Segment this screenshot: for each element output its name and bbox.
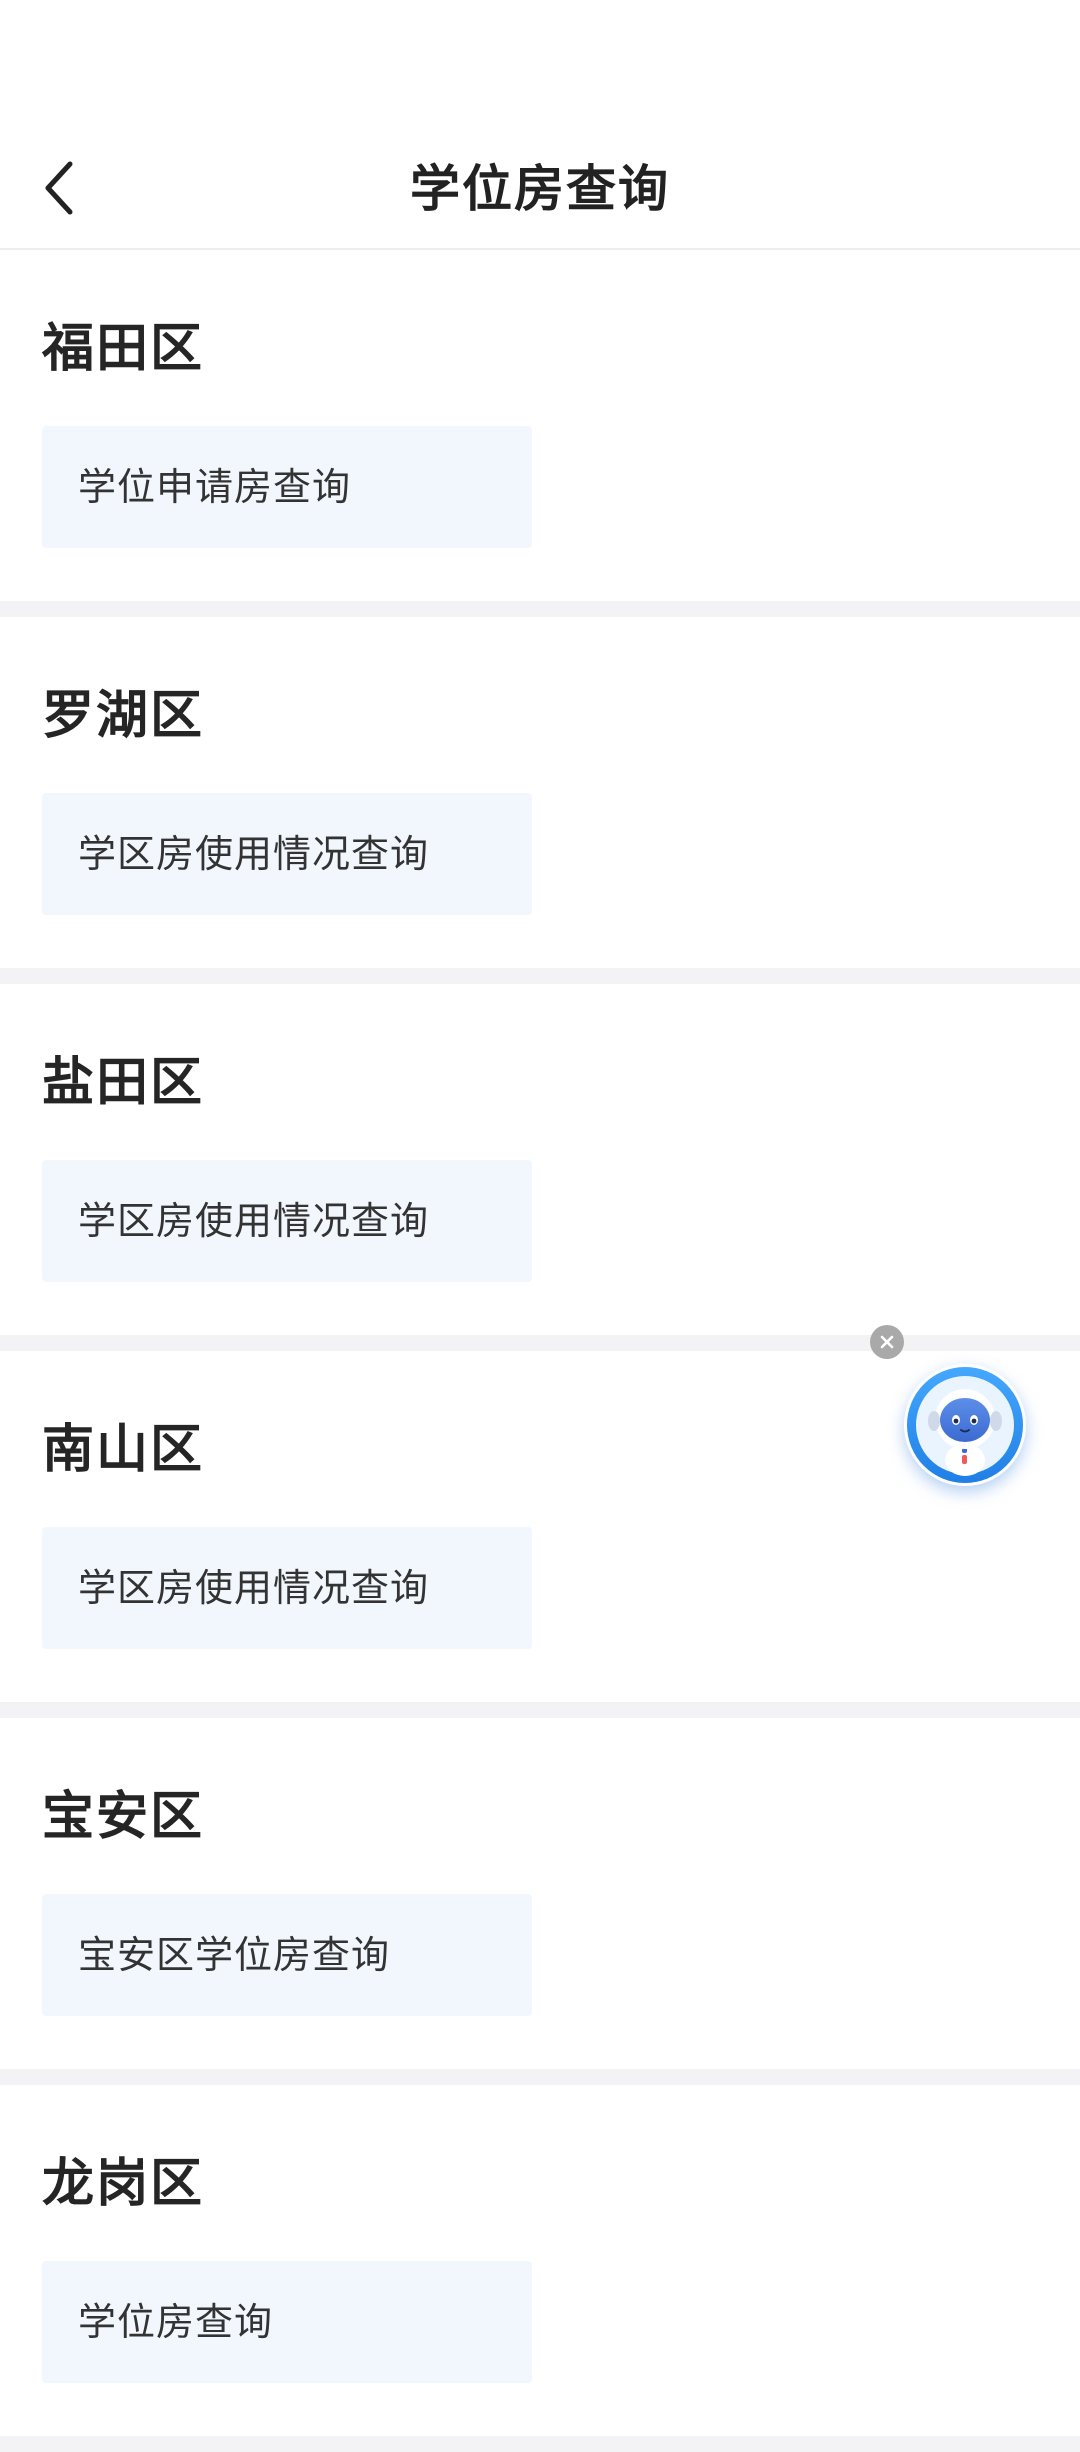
- district-name: 宝安区: [42, 1787, 205, 1847]
- futian-query-button[interactable]: 学位申请房查询: [42, 426, 532, 548]
- district-section-luohu: 罗湖区 学区房使用情况查询: [0, 617, 1080, 984]
- district-list: 福田区 学位申请房查询 罗湖区 学区房使用情况查询 盐田区 学区房使用情况查询 …: [0, 250, 1080, 2452]
- district-section-baoan: 宝安区 宝安区学位房查询: [0, 1718, 1080, 2085]
- district-section-futian: 福田区 学位申请房查询: [0, 250, 1080, 617]
- district-name: 龙岗区: [42, 2154, 205, 2214]
- longgang-query-button[interactable]: 学位房查询: [42, 2261, 532, 2383]
- baoan-query-button[interactable]: 宝安区学位房查询: [42, 1894, 532, 2016]
- district-section-yantian: 盐田区 学区房使用情况查询: [0, 984, 1080, 1351]
- nav-bar: 学位房查询: [0, 130, 1080, 250]
- page-title: 学位房查询: [410, 160, 670, 218]
- assistant-button[interactable]: [904, 1364, 1026, 1486]
- yantian-query-button[interactable]: 学区房使用情况查询: [42, 1160, 532, 1282]
- district-section-longgang: 龙岗区 学位房查询: [0, 2085, 1080, 2452]
- status-bar: [0, 0, 1080, 130]
- luohu-query-button[interactable]: 学区房使用情况查询: [42, 793, 532, 915]
- district-name: 罗湖区: [42, 686, 205, 746]
- district-name: 盐田区: [42, 1053, 205, 1113]
- district-name: 福田区: [42, 319, 205, 379]
- assistant-close-button[interactable]: [870, 1325, 904, 1359]
- nanshan-query-button[interactable]: 学区房使用情况查询: [42, 1527, 532, 1649]
- close-icon: [880, 1335, 894, 1349]
- district-name: 南山区: [42, 1420, 205, 1480]
- robot-assistant-icon: [907, 1367, 1023, 1483]
